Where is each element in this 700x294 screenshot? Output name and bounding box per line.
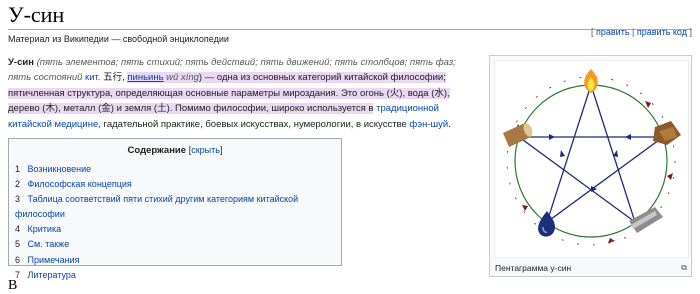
- toc-link[interactable]: Критика: [28, 224, 62, 234]
- section-heading: В: [8, 278, 18, 293]
- toc-link[interactable]: Возникновение: [28, 164, 92, 174]
- star-arrow: [560, 150, 565, 157]
- edit-code-link[interactable]: править код: [637, 27, 687, 37]
- toc-link[interactable]: Литература: [28, 270, 76, 280]
- toc-item[interactable]: 2 Философская концепция: [15, 177, 341, 192]
- table-of-contents: Содержание [скрыть] 1 Возникновение 2 Фи…: [8, 138, 342, 280]
- intro-text-3: .: [448, 118, 451, 130]
- star-arrow: [625, 134, 631, 140]
- kit-link[interactable]: кит.: [85, 72, 100, 83]
- edit-links: [ править | править код ]: [591, 27, 692, 37]
- toc-num: 3: [15, 194, 21, 205]
- ring-arrow: [608, 238, 615, 243]
- toc-num: 4: [15, 224, 21, 235]
- toc-num: 6: [15, 254, 21, 265]
- overcoming-star: [517, 84, 665, 224]
- toc-link[interactable]: Философская концепция: [28, 179, 132, 189]
- toc-item[interactable]: 7 Литература: [15, 268, 341, 283]
- star-arrow: [613, 150, 618, 157]
- metal-element-icon: [629, 207, 663, 233]
- magnify-icon[interactable]: ⧉: [681, 263, 687, 273]
- water-element-icon: [538, 211, 555, 237]
- intro-term: У-син: [8, 57, 34, 68]
- fengshui-link[interactable]: фэн-шуй: [409, 119, 448, 130]
- toc-item[interactable]: 5 См. также: [15, 237, 341, 252]
- wuxing-diagram[interactable]: [494, 60, 689, 258]
- hanzi: 五行: [103, 72, 123, 84]
- pinyin-text: wǔ xíng: [166, 72, 199, 84]
- toc-title-text: Содержание: [127, 145, 187, 156]
- toc-link[interactable]: Примечания: [28, 255, 80, 265]
- ring-arrow: [645, 101, 651, 108]
- toc-item[interactable]: 1 Возникновение: [15, 162, 341, 177]
- intro-text-2: , гадательной практике, боевых искусства…: [98, 118, 407, 130]
- toc-title: Содержание [скрыть]: [127, 145, 223, 156]
- toc-item[interactable]: 3 Таблица соответствий пяти стихий други…: [15, 192, 341, 222]
- fire-element-icon: [584, 69, 598, 93]
- figure-caption: Пентаграмма у-син: [495, 263, 572, 273]
- ring-arrow: [667, 173, 673, 180]
- toc-item[interactable]: 6 Примечания: [15, 253, 341, 268]
- ring-arrow: [522, 205, 528, 211]
- intro-paragraph: У-син (пять элементов; пять стихий; пять…: [8, 57, 456, 130]
- site-tagline: Материал из Википедии — свободной энцикл…: [8, 34, 229, 44]
- toc-link[interactable]: Таблица соответствий пяти стихий другим …: [15, 194, 298, 219]
- toc-item[interactable]: 4 Критика: [15, 222, 341, 237]
- pinyin-link[interactable]: пиньинь: [127, 72, 163, 83]
- toc-num: 1: [15, 164, 21, 174]
- page-title: У-син: [8, 2, 65, 27]
- toc-num: 2: [15, 179, 21, 190]
- wuxing-pentagram-svg: [503, 69, 681, 246]
- toc-link[interactable]: См. также: [28, 239, 70, 249]
- toc-list: 1 Возникновение 2 Философская концепция …: [15, 162, 341, 283]
- thumbnail-figure: Пентаграмма у-син ⧉: [489, 55, 692, 277]
- edit-link[interactable]: править: [596, 27, 630, 37]
- title-divider: [8, 29, 692, 30]
- toc-toggle-link[interactable]: скрыть: [191, 145, 220, 155]
- star-arrow: [549, 134, 555, 140]
- toc-num: 5: [15, 239, 21, 250]
